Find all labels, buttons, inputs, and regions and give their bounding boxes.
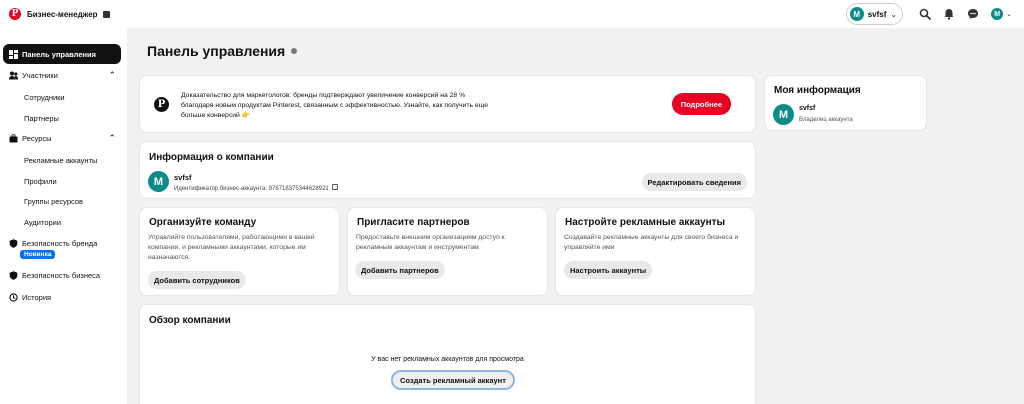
search-icon[interactable] bbox=[918, 7, 932, 21]
my-info-title: Моя информация bbox=[774, 85, 861, 96]
setup-ad-accounts-card: Настройте рекламные аккаунты Создавайте … bbox=[555, 207, 756, 296]
promo-banner: P Доказательство для маркетологов: бренд… bbox=[139, 75, 756, 133]
sidebar-item-members[interactable]: Участники ⌃ bbox=[3, 65, 121, 85]
bell-icon[interactable] bbox=[942, 7, 956, 21]
info-icon[interactable] bbox=[291, 48, 298, 54]
company-name: svfsf bbox=[174, 173, 192, 182]
sidebar: Панель управления Участники ⌃ Сотрудники… bbox=[0, 28, 127, 404]
edit-details-button[interactable]: Редактировать сведения bbox=[641, 173, 747, 191]
dashboard-icon bbox=[8, 49, 18, 59]
brand[interactable]: P Бизнес-менеджер bbox=[9, 8, 110, 20]
sidebar-item-resource-groups[interactable]: Группы ресурсов bbox=[24, 197, 83, 206]
chevron-up-icon[interactable]: ⌃ bbox=[108, 70, 116, 81]
sidebar-item-ad-accounts[interactable]: Рекламные аккаунты bbox=[24, 156, 97, 165]
account-switcher[interactable]: M svfsf ⌄ bbox=[845, 3, 904, 25]
shield-icon bbox=[8, 270, 18, 280]
setup-ad-accounts-title: Настройте рекламные аккаунты bbox=[565, 217, 726, 228]
messages-icon[interactable] bbox=[966, 7, 980, 21]
chevron-up-icon[interactable]: ⌃ bbox=[108, 133, 116, 144]
create-ad-account-button[interactable]: Создать рекламный аккаунт bbox=[391, 370, 515, 390]
user-avatar[interactable]: M bbox=[991, 8, 1004, 20]
company-info-title: Информация о компании bbox=[149, 152, 274, 163]
sidebar-item-business-safety[interactable]: Безопасность бизнеса bbox=[3, 265, 121, 285]
company-overview-title: Обзор компании bbox=[149, 315, 231, 326]
company-avatar: M bbox=[148, 171, 169, 192]
user-name: svfsf bbox=[799, 105, 816, 112]
pinterest-logo-icon: P bbox=[9, 8, 21, 20]
account-name: svfsf bbox=[867, 9, 887, 19]
sidebar-item-resources[interactable]: Ресурсы ⌃ bbox=[3, 128, 121, 148]
people-icon bbox=[8, 70, 18, 80]
add-partners-button[interactable]: Добавить партнеров bbox=[355, 261, 445, 279]
learn-more-button[interactable]: Подробнее bbox=[671, 93, 731, 115]
organize-team-desc: Управляйте пользователями, работающими в… bbox=[148, 234, 315, 261]
invite-partners-desc: Предоставьте внешним организациям доступ… bbox=[356, 234, 505, 251]
account-avatar: M bbox=[849, 7, 864, 21]
history-icon bbox=[8, 292, 18, 302]
new-badge: Новинка bbox=[20, 250, 56, 259]
pinterest-logo-icon: P bbox=[154, 97, 169, 112]
sidebar-item-partners[interactable]: Партнеры bbox=[24, 114, 59, 123]
briefcase-icon bbox=[8, 133, 18, 143]
sidebar-item-audiences[interactable]: Аудитории bbox=[24, 218, 61, 227]
setup-accounts-button[interactable]: Настроить аккаунты bbox=[564, 261, 653, 279]
organize-team-title: Организуйте команду bbox=[149, 217, 257, 228]
grid-menu-icon[interactable] bbox=[102, 10, 110, 18]
invite-partners-card: Пригласите партнеров Предоставьте внешни… bbox=[347, 207, 548, 296]
chevron-down-icon: ⌄ bbox=[890, 9, 898, 19]
company-id: Идентификатор бизнес-аккаунта: 976718375… bbox=[174, 184, 339, 192]
top-bar: P Бизнес-менеджер M svfsf ⌄ M ⌄ bbox=[0, 0, 1024, 28]
my-info-card: Моя информация M svfsf Владелец аккаунта bbox=[764, 75, 927, 131]
copy-icon[interactable] bbox=[332, 184, 339, 190]
page-title: Панель управления bbox=[147, 43, 298, 59]
user-avatar: M bbox=[773, 104, 794, 125]
banner-text: Доказательство для маркетологов: бренды … bbox=[181, 92, 488, 119]
shield-icon bbox=[8, 238, 18, 248]
empty-state-text: У вас нет рекламных аккаунтов для просмо… bbox=[371, 356, 524, 363]
company-info-card: Информация о компании M svfsf Идентифика… bbox=[139, 141, 756, 199]
user-role: Владелец аккаунта bbox=[799, 117, 853, 123]
sidebar-item-history[interactable]: История bbox=[3, 287, 121, 307]
chevron-down-icon[interactable]: ⌄ bbox=[1006, 10, 1012, 18]
sidebar-item-employees[interactable]: Сотрудники bbox=[24, 93, 65, 102]
invite-partners-title: Пригласите партнеров bbox=[357, 217, 470, 228]
sidebar-item-dashboard[interactable]: Панель управления bbox=[3, 44, 121, 64]
organize-team-card: Организуйте команду Управляйте пользоват… bbox=[139, 207, 340, 296]
setup-ad-accounts-desc: Создавайте рекламные аккаунты для своего… bbox=[564, 234, 739, 251]
company-overview-card: Обзор компании У вас нет рекламных аккау… bbox=[139, 304, 756, 404]
app-name: Бизнес-менеджер bbox=[27, 9, 98, 19]
add-employees-button[interactable]: Добавить сотрудников bbox=[148, 271, 246, 289]
sidebar-item-profiles[interactable]: Профили bbox=[24, 177, 57, 186]
